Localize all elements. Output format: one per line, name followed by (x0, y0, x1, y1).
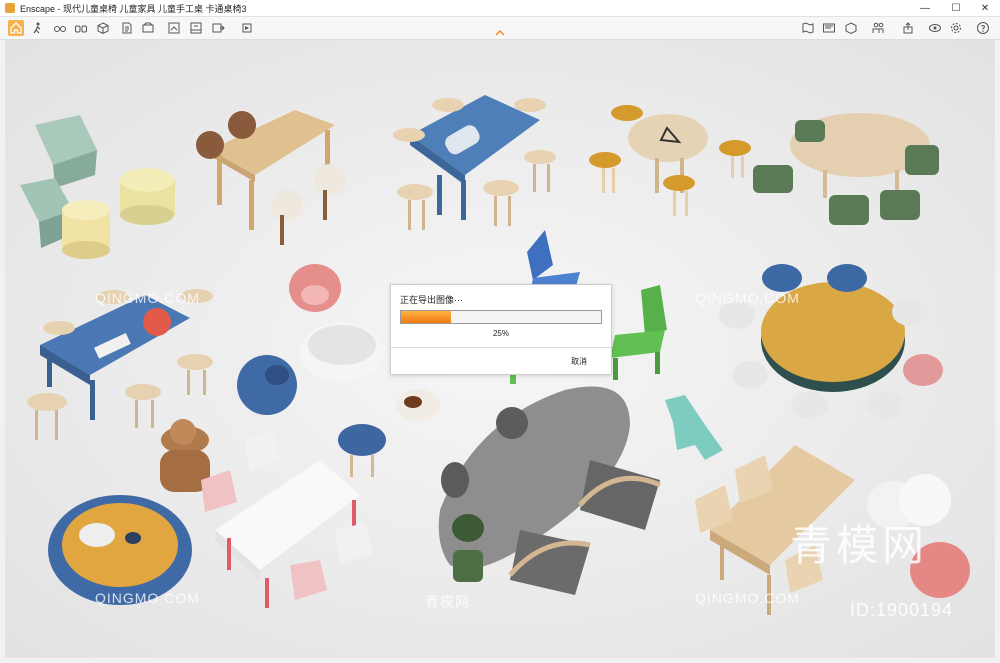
watermark-site: QINGMO.COM (695, 590, 800, 606)
document-icon[interactable] (119, 20, 135, 36)
object-icon[interactable] (843, 20, 859, 36)
upload-icon[interactable] (900, 20, 916, 36)
window-title: Enscape - 现代儿童桌椅 儿童家具 儿童手工桌 卡通桌椅3 (20, 3, 247, 14)
home-icon[interactable] (8, 20, 24, 36)
export-image-icon[interactable] (210, 20, 226, 36)
watermark-site: QINGMO.COM (95, 290, 200, 306)
export-video-icon[interactable] (240, 20, 256, 36)
map-icon[interactable] (800, 20, 816, 36)
progress-percent: 25% (492, 329, 509, 338)
watermark-site: QINGMO.COM (695, 290, 800, 306)
glasses-icon[interactable] (52, 20, 68, 36)
close-button[interactable]: ✕ (972, 0, 998, 16)
camera-icon[interactable] (140, 20, 156, 36)
people-icon[interactable] (870, 20, 886, 36)
enscape-logo-icon (5, 3, 15, 13)
cube-icon[interactable] (95, 20, 111, 36)
title-bar: Enscape - 现代儿童桌椅 儿童家具 儿童手工桌 卡通桌椅3 — ☐ ✕ (0, 0, 1000, 17)
watermark-id: ID:1900194 (850, 600, 954, 620)
vr-icon[interactable] (927, 20, 943, 36)
watermark-brand: 青模网 (790, 521, 929, 570)
help-icon[interactable] (975, 20, 991, 36)
enscape-window: Enscape - 现代儿童桌椅 儿童家具 儿童手工桌 卡通桌椅3 — ☐ ✕ (0, 0, 1000, 663)
settings-icon[interactable] (948, 20, 964, 36)
walk-icon[interactable] (29, 20, 45, 36)
export-progress-bar (400, 310, 602, 324)
scene-icon[interactable] (188, 20, 204, 36)
progress-fill (401, 311, 451, 323)
render-icon[interactable] (166, 20, 182, 36)
minimize-button[interactable]: — (912, 0, 938, 16)
maximize-button[interactable]: ☐ (943, 0, 969, 16)
dialog-divider (391, 347, 611, 348)
watermark-site-cn: 青模网 (425, 594, 470, 610)
collapse-chevron-icon[interactable] (494, 29, 506, 37)
binoculars-icon[interactable] (73, 20, 89, 36)
watermark-site: QINGMO.COM (95, 590, 200, 606)
export-progress-dialog: 正在导出图像··· 25% 取消 (390, 284, 612, 375)
screen-icon[interactable] (821, 20, 837, 36)
cancel-button[interactable]: 取消 (571, 356, 587, 367)
dialog-title: 正在导出图像··· (400, 295, 463, 305)
